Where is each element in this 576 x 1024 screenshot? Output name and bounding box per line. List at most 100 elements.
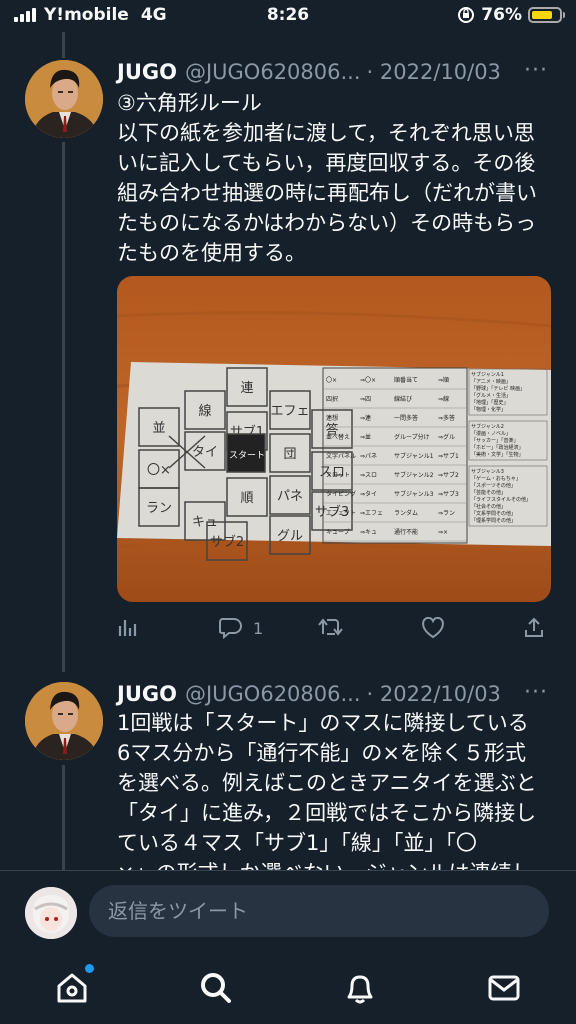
hex-cell-label: グル	[277, 529, 303, 544]
note-line: 「物理・化学」	[471, 406, 506, 413]
table-cell: スロット	[326, 472, 350, 479]
nav-notifications[interactable]	[340, 968, 380, 1008]
table-cell: ⇒スロ	[360, 472, 377, 479]
note-line: 「社会その他」	[471, 503, 506, 510]
author-handle[interactable]: @JUGO620806...	[185, 682, 361, 706]
table-cell: ⇒エフェ	[360, 510, 383, 517]
table-cell: ⇒キュ	[360, 529, 377, 536]
retweet-icon	[318, 618, 343, 636]
hex-cell-label: スタート	[229, 450, 265, 461]
tweet-text-line: 組み合わせ抽選の時に再配布し（だれが書い	[117, 181, 537, 205]
table-cell: 四択	[326, 395, 338, 403]
more-icon[interactable]: ···	[524, 58, 548, 83]
thread-line	[62, 765, 65, 870]
avatar[interactable]	[25, 60, 103, 138]
table-cell: ⇒多答	[438, 414, 455, 422]
note-line: 「ライフスタイルその他」	[471, 496, 531, 503]
hex-cell-label: エフェ	[270, 404, 309, 419]
retweet-button[interactable]	[317, 616, 345, 638]
battery-info: 76%	[457, 5, 565, 25]
hex-cell-label: パネ	[277, 489, 303, 504]
my-avatar[interactable]	[25, 887, 77, 939]
table-cell: ⇒パネ	[360, 453, 377, 460]
table-cell: 順番当て	[394, 376, 418, 384]
avatar[interactable]	[25, 682, 103, 760]
table-cell: ⇒四	[360, 396, 371, 403]
table-cell: 文字パネル	[326, 452, 356, 460]
hex-cell-label: 並	[152, 421, 165, 436]
table-cell: 通行不能	[394, 528, 418, 536]
status-bar: Y!mobile 4G 8:26 76%	[0, 0, 576, 32]
note-line: 「地理」「歴史」	[471, 399, 509, 406]
table-cell: グループ分け	[394, 433, 430, 441]
table-cell: ⇒サブ1	[438, 452, 459, 460]
hex-cell-label: 〇×	[147, 463, 171, 478]
note-line: 「ゲーム・おもちゃ」	[471, 475, 521, 482]
table-cell: ⇒ラン	[438, 510, 455, 517]
note-line: サブジャンル3	[471, 468, 504, 475]
note-line: 「ホビー」「政治経済」	[471, 444, 524, 451]
analytics-icon	[118, 620, 137, 636]
table-cell: サブジャンル3	[394, 490, 434, 498]
tweet-text: ③六角形ルール 以下の紙を参加者に渡して，それぞれ思い思 いに記入してもらい，再…	[117, 88, 557, 268]
tweet-date[interactable]: · 2022/10/03	[367, 60, 501, 84]
table-cell: 一問多答	[394, 414, 418, 422]
analytics-button[interactable]	[117, 616, 139, 638]
author-name[interactable]: JUGO	[117, 60, 177, 84]
avatar-image	[25, 60, 103, 138]
author-handle[interactable]: @JUGO620806...	[185, 60, 361, 84]
nav-search[interactable]	[196, 968, 236, 1008]
tweet-text-line: を選べる。例えばこのときアニタイを選ぶと	[117, 771, 537, 795]
battery-percent: 76%	[481, 5, 522, 25]
tweet-header: JUGO @JUGO620806... · 2022/10/03 ···	[117, 680, 556, 708]
note-line: 「美術・文学」「生物」	[471, 451, 524, 458]
hex-cell-label: 線	[198, 403, 211, 419]
table-cell: キューブ	[326, 528, 350, 536]
note-line: 「サッカー」「音楽」	[471, 437, 519, 444]
reply-icon	[218, 618, 242, 640]
hex-cell-label: 団	[283, 447, 296, 462]
note-line: 「芸能その他」	[471, 489, 506, 496]
note-line: サブジャンル1	[471, 371, 504, 378]
bottom-nav	[0, 956, 576, 1024]
author-name[interactable]: JUGO	[117, 682, 177, 706]
tweet-text-line: 「タイ」に進み，２回戦ではそこから隣接し	[117, 801, 537, 825]
tweet-date[interactable]: · 2022/10/03	[367, 682, 501, 706]
tweet-actions: 1	[117, 616, 557, 646]
like-button[interactable]	[420, 616, 446, 640]
hex-cell-label: ラン	[146, 501, 172, 516]
note-line: 「スポーツその他」	[471, 482, 516, 489]
reply-button[interactable]: 1	[217, 616, 263, 640]
table-cell: ⇒並	[360, 433, 371, 441]
share-icon	[525, 617, 543, 637]
table-cell: ⇒サブ3	[438, 490, 459, 498]
tweet-text-line: たものになるかはわからない）その時もらっ	[117, 211, 537, 235]
note-line: 「野球」「テレビ 映画」	[471, 385, 525, 392]
nav-messages[interactable]	[484, 968, 524, 1008]
table-cell: ⇒タイ	[360, 490, 377, 498]
tweet-text-line: ③六角形ルール	[117, 91, 262, 115]
tweet-photo[interactable]: 連線サブ1 エフェ並タイ スタート団答〇× スロ パネ ラン キュ順サブ3 グル サブ2 〇× ⇒…	[117, 276, 551, 602]
table-cell: ⇒順	[438, 377, 449, 384]
tweet-text-line: 6マス分から「通行不能」の×を除く５形式	[117, 741, 526, 765]
reply-bar: 返信をツイート	[0, 870, 576, 957]
tweet-text-line: 以下の紙を参加者に渡して，それぞれ思い思	[117, 121, 535, 145]
my-avatar-image	[25, 887, 77, 939]
share-button[interactable]	[522, 616, 546, 640]
nav-home[interactable]	[52, 964, 94, 1008]
reply-input[interactable]: 返信をツイート	[89, 885, 549, 937]
tweet-text: 1回戦は「スタート」のマスに隣接している 6マス分から「通行不能」の×を除く５形…	[117, 708, 557, 888]
orientation-lock-icon	[458, 7, 475, 23]
table-cell: サブジャンル1	[394, 452, 434, 460]
hex-cell-label: 連	[240, 381, 253, 396]
tweet-text-line: いに記入してもらい，再度回収する。その後	[117, 151, 536, 175]
avatar-image	[25, 682, 103, 760]
thread-line	[62, 32, 65, 58]
table-cell: エフェクト	[326, 510, 356, 517]
battery-icon	[528, 7, 565, 23]
search-icon	[201, 973, 231, 1003]
more-icon[interactable]: ···	[524, 680, 548, 705]
tweet-text-line: たものを使用する。	[117, 241, 306, 265]
tweet-text-line: ている４マス「サブ1」「線」「並」「〇	[117, 831, 477, 855]
table-cell: ⇒サブ2	[438, 471, 459, 479]
